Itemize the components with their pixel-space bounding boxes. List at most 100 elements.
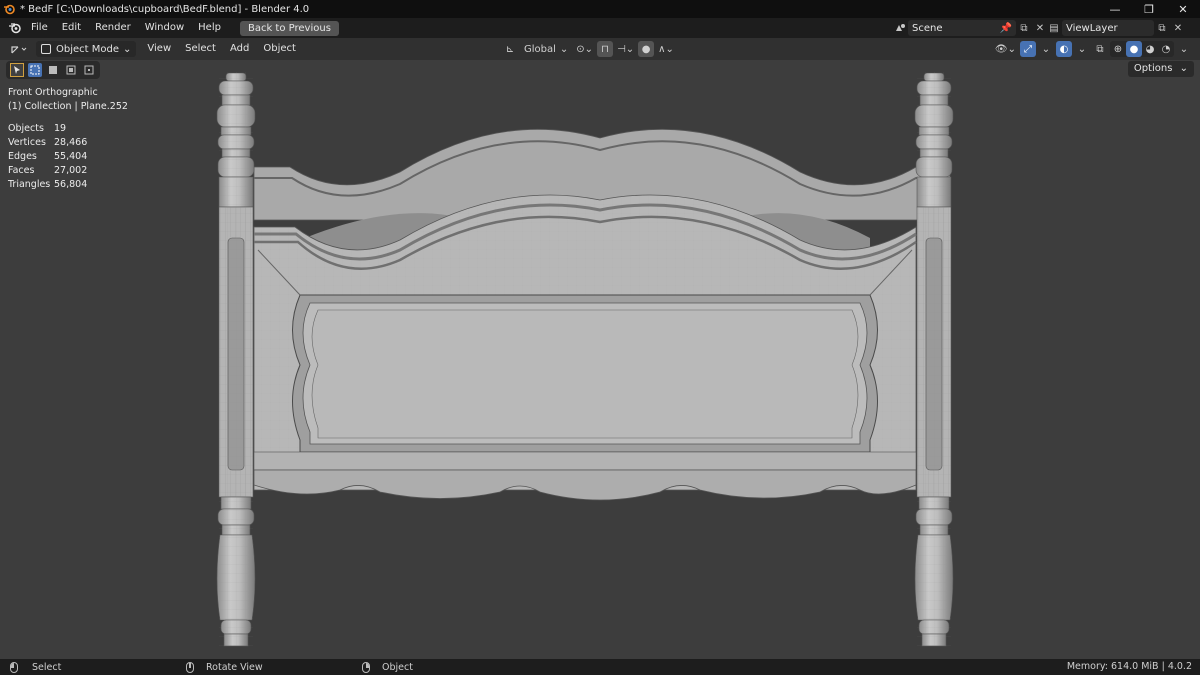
view-layer-name: ViewLayer	[1066, 22, 1118, 34]
shading-dropdown-icon[interactable]: ⌄	[1176, 41, 1192, 57]
options-label: Options	[1133, 63, 1173, 74]
collection-info: (1) Collection | Plane.252	[8, 101, 128, 112]
view-layer-field[interactable]: ViewLayer	[1062, 20, 1154, 36]
transform-orientation-icon[interactable]: ⊾	[502, 41, 518, 57]
visibility-icon[interactable]: 👁⌄	[993, 41, 1018, 57]
stat-label: Faces	[8, 165, 35, 176]
wireframe-shading-icon[interactable]: ⊕	[1110, 41, 1126, 57]
status-middle-click: Rotate View	[186, 659, 263, 675]
stat-row: Faces 27,002	[8, 164, 128, 178]
stat-label: Objects	[8, 123, 44, 134]
scene-name: Scene	[912, 22, 943, 34]
stat-row: Triangles 56,804	[8, 178, 128, 192]
stat-label: Edges	[8, 151, 37, 162]
menu-render[interactable]: Render	[88, 18, 138, 38]
scene-statistics: Objects 19 Vertices 28,466 Edges 55,404 Fac…	[8, 122, 128, 192]
snap-icon[interactable]: ⊓	[597, 41, 614, 57]
object-mode-label: Object Mode	[56, 43, 119, 55]
view-layer-icon[interactable]: ▤	[1046, 20, 1062, 36]
status-bar: Select Rotate View Object Memory: 614.0 …	[0, 659, 1200, 675]
menu-file[interactable]: File	[24, 18, 55, 38]
pin-icon[interactable]: 📌	[1000, 23, 1012, 34]
status-right-click: Object	[362, 659, 413, 675]
new-view-layer-icon[interactable]: ⧉	[1154, 20, 1170, 36]
memory-version-info: Memory: 614.0 MiB | 4.0.2	[1066, 661, 1192, 672]
close-button[interactable]: ✕	[1166, 0, 1200, 18]
minimize-button[interactable]: —	[1098, 0, 1132, 18]
viewport-info-overlay: Front Orthographic (1) Collection | Plan…	[8, 86, 128, 192]
view-name: Front Orthographic	[8, 87, 98, 98]
mouse-middle-icon	[186, 661, 194, 673]
stat-value: 19	[54, 123, 67, 134]
transform-orientation-label: Global	[524, 43, 556, 55]
menu-object[interactable]: Object	[256, 39, 303, 59]
menu-select[interactable]: Select	[178, 39, 223, 59]
solid-shading-icon[interactable]: ●	[1126, 41, 1142, 57]
back-to-previous-button[interactable]: Back to Previous	[239, 20, 339, 36]
menu-add[interactable]: Add	[223, 39, 256, 59]
editor-type-icon[interactable]	[6, 40, 32, 58]
select-new-icon[interactable]	[28, 63, 42, 77]
maximize-button[interactable]: ❐	[1132, 0, 1166, 18]
stat-row: Vertices 28,466	[8, 136, 128, 150]
menu-help[interactable]: Help	[191, 18, 228, 38]
xray-icon[interactable]: ⧉	[1092, 41, 1108, 57]
transform-orientation-dropdown[interactable]: Global ⌄	[520, 41, 572, 57]
select-tool-header	[6, 61, 100, 79]
new-scene-icon[interactable]: ⧉	[1016, 20, 1032, 36]
select-subtract-icon[interactable]	[64, 63, 78, 77]
mouse-right-icon	[362, 661, 370, 673]
window-title-bar: * BedF [C:\Downloads\cupboard\BedF.blend…	[0, 0, 1200, 18]
menu-view[interactable]: View	[140, 39, 178, 59]
chevron-down-icon: ⌄	[123, 43, 132, 55]
delete-view-layer-icon[interactable]: ✕	[1170, 20, 1186, 36]
options-dropdown[interactable]: Options ⌄	[1127, 61, 1194, 77]
status-right-label: Object	[382, 661, 413, 673]
proportional-edit-icon[interactable]: ●	[638, 41, 655, 57]
overlays-icon[interactable]: ◐	[1056, 41, 1072, 57]
window-title: * BedF [C:\Downloads\cupboard\BedF.blend…	[20, 3, 310, 15]
stat-label: Triangles	[8, 179, 51, 190]
stat-row: Edges 55,404	[8, 150, 128, 164]
transform-tools: ⊾ Global ⌄ ⊙⌄ ⊓ ⊣⌄ ● ∧⌄	[502, 40, 676, 58]
stat-value: 28,466	[54, 137, 88, 148]
stat-value: 56,804	[54, 179, 88, 190]
gizmo-icon[interactable]: ⤢	[1020, 41, 1036, 57]
select-invert-icon[interactable]	[82, 63, 96, 77]
select-tool-icon[interactable]	[10, 63, 24, 77]
stat-label: Vertices	[8, 137, 46, 148]
scene-field[interactable]: Scene 📌	[908, 20, 1016, 36]
object-mode-icon	[41, 44, 51, 54]
stat-value: 55,404	[54, 151, 88, 162]
status-left-label: Select	[32, 661, 62, 673]
stat-value: 27,002	[54, 165, 88, 176]
scene-selector: Scene 📌 ⧉ ✕	[892, 20, 1048, 36]
menu-window[interactable]: Window	[138, 18, 191, 38]
blender-logo-icon	[0, 0, 18, 18]
shading-modes: ⊕ ● ◕ ◔	[1110, 41, 1174, 57]
chevron-down-icon: ⌄	[559, 43, 569, 55]
object-mode-dropdown[interactable]: Object Mode ⌄	[36, 41, 137, 57]
headboard-model	[216, 71, 954, 647]
rendered-shading-icon[interactable]: ◔	[1158, 41, 1174, 57]
status-middle-label: Rotate View	[206, 661, 263, 673]
chevron-down-icon: ⌄	[1179, 63, 1188, 74]
viewport-header: Object Mode ⌄ View Select Add Object ⊾ G…	[0, 38, 1200, 60]
status-left-click: Select	[10, 659, 61, 675]
3d-viewport[interactable]: Options ⌄ Front Orthographic (1) Collect…	[0, 60, 1200, 659]
select-extend-icon[interactable]	[46, 63, 60, 77]
blender-menu-icon[interactable]	[4, 20, 24, 36]
stat-row: Objects 19	[8, 122, 128, 136]
overlays-dropdown-icon[interactable]: ⌄	[1074, 41, 1090, 57]
top-menu-bar: File Edit Render Window Help Back to Pre…	[0, 18, 1200, 38]
falloff-icon[interactable]: ∧⌄	[656, 41, 676, 57]
scene-icon[interactable]	[892, 20, 908, 36]
mouse-left-icon	[10, 661, 18, 673]
viewport-display-tools: 👁⌄ ⤢ ⌄ ◐ ⌄ ⧉ ⊕ ● ◕ ◔ ⌄	[993, 40, 1192, 58]
gizmo-dropdown-icon[interactable]: ⌄	[1038, 41, 1054, 57]
snap-target-icon[interactable]: ⊣⌄	[615, 41, 636, 57]
menu-edit[interactable]: Edit	[55, 18, 88, 38]
view-layer-selector: ▤ ViewLayer ⧉ ✕	[1046, 20, 1186, 36]
pivot-point-icon[interactable]: ⊙⌄	[574, 41, 595, 57]
material-shading-icon[interactable]: ◕	[1142, 41, 1158, 57]
